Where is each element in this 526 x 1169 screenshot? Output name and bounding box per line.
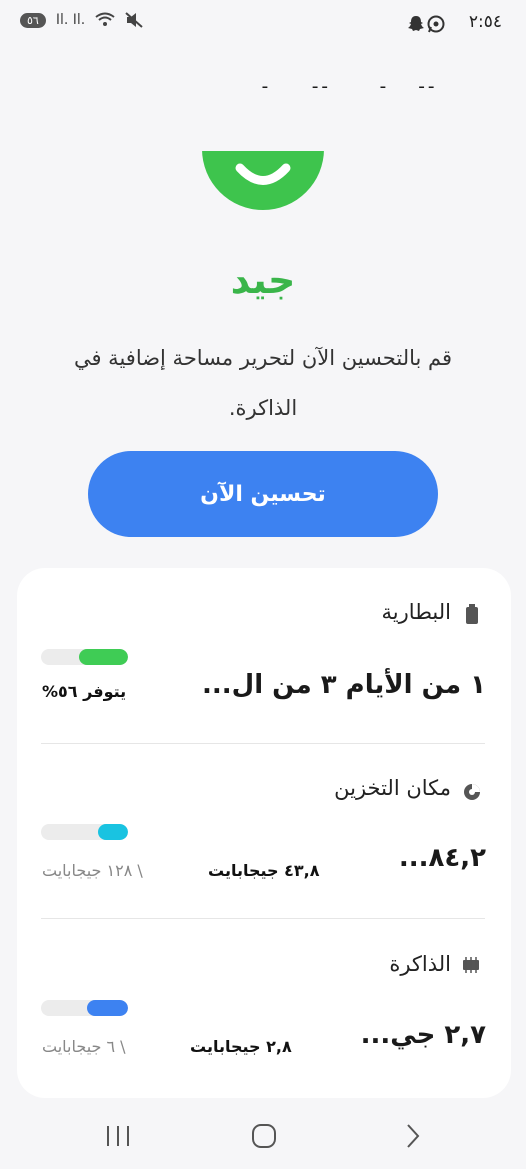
storage-total: \ ١٢٨ جيجابايت xyxy=(42,861,143,880)
memory-bar xyxy=(41,1000,128,1016)
status-message: قم بالتحسين الآن لتحرير مساحة إضافية في … xyxy=(73,346,453,420)
navigation-bar xyxy=(0,1105,526,1169)
battery-bar xyxy=(41,649,128,665)
back-nav-icon[interactable] xyxy=(402,1123,422,1149)
memory-free: ٢,٧ جي... xyxy=(360,1020,486,1050)
divider xyxy=(41,743,485,744)
snapchat-icon xyxy=(408,16,424,31)
storage-title: مكان التخزين xyxy=(334,776,451,800)
status-bar: ٥٦ Il. Il. ٢:٥٤ xyxy=(0,0,526,50)
storage-bar xyxy=(41,824,128,840)
battery-title: البطارية xyxy=(381,600,451,624)
memory-total: \ ٦ جيجابايت xyxy=(42,1037,126,1056)
memory-title: الذاكرة xyxy=(389,952,451,976)
battery-icon xyxy=(466,604,478,624)
storage-used: ٤٣,٨ جيجابايت xyxy=(208,861,320,880)
battery-available: يتوفر ٥٦% xyxy=(42,682,127,701)
storage-icon xyxy=(464,784,480,800)
memory-chip-icon xyxy=(463,957,479,973)
mute-icon xyxy=(125,12,143,28)
network-badge: ٥٦ xyxy=(20,12,46,28)
home-icon[interactable] xyxy=(251,1123,277,1149)
signal-icon: Il. Il. xyxy=(55,12,86,28)
storage-free: ٨٤,٢... xyxy=(398,843,486,873)
memory-used: ٢,٨ جيجابايت xyxy=(190,1037,292,1056)
face-scroll-mask xyxy=(0,88,526,151)
memory-bar-fill xyxy=(87,1000,128,1016)
battery-bar-fill xyxy=(79,649,128,665)
clock: ٢:٥٤ xyxy=(468,12,502,32)
recent-apps-icon[interactable] xyxy=(104,1123,132,1149)
storage-bar-fill xyxy=(98,824,128,840)
status-left: ٥٦ Il. Il. xyxy=(20,12,143,28)
divider xyxy=(41,918,485,919)
status-rating: جيد xyxy=(230,258,296,302)
whatsapp-icon xyxy=(427,15,445,33)
wifi-icon xyxy=(95,12,115,26)
optimize-now-button[interactable]: تحسين الآن xyxy=(88,451,438,537)
battery-estimate: ١ من الأيام ٣ من ال... xyxy=(202,670,486,700)
